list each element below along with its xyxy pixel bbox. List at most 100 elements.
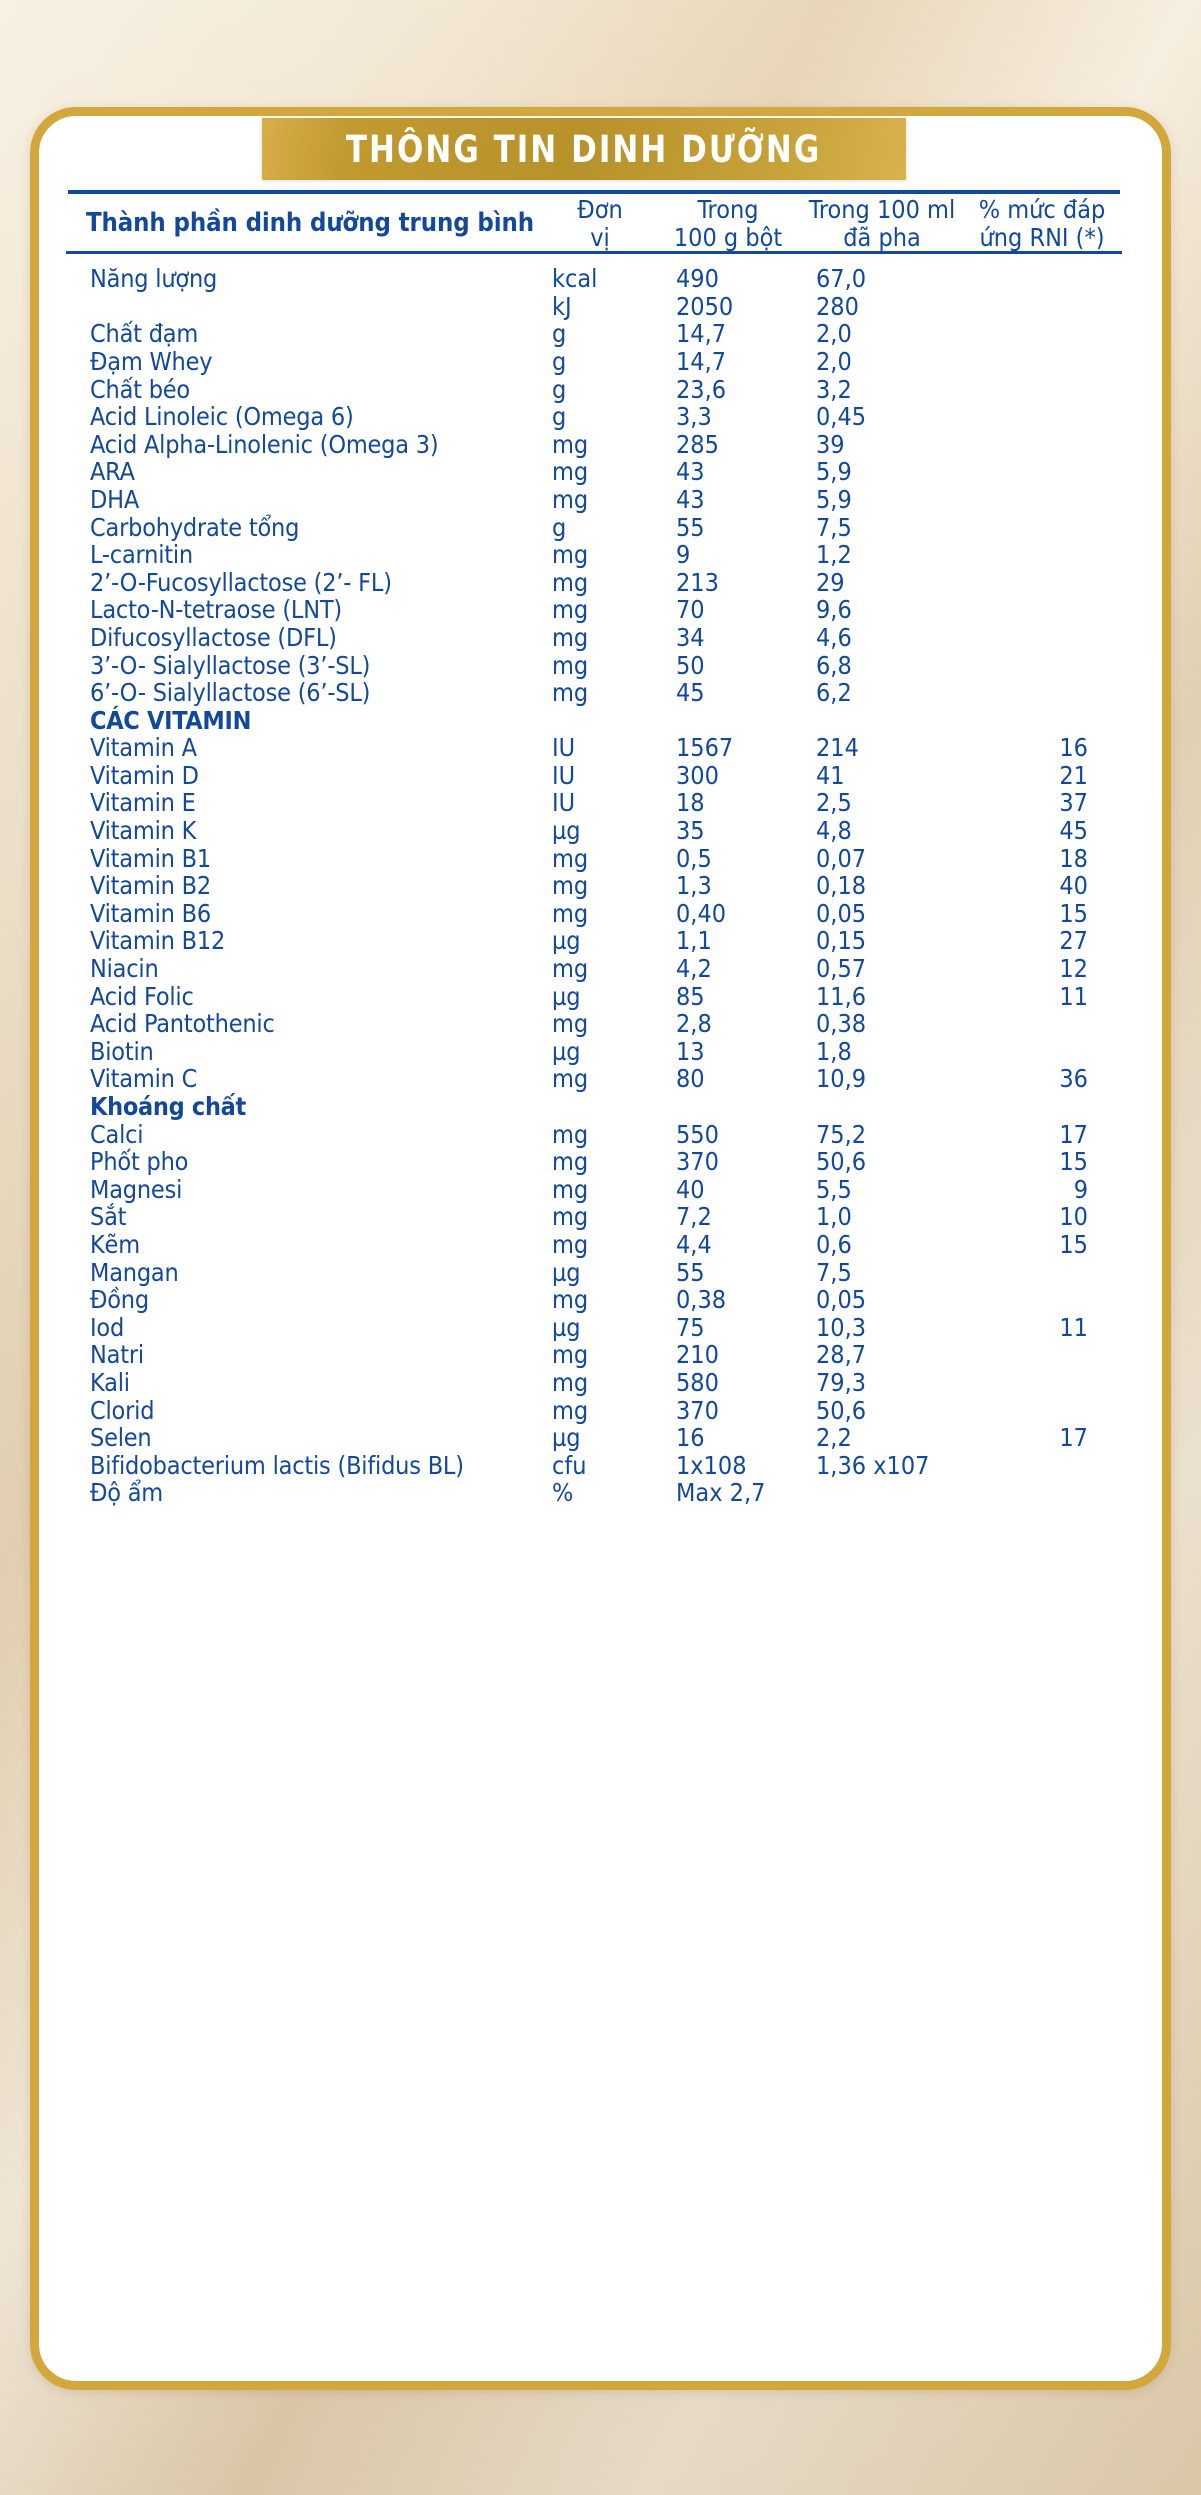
cell-per-100ml: 2,2 bbox=[816, 1423, 852, 1453]
cell-per-100ml: 6,2 bbox=[816, 678, 852, 708]
cell-per-100g: 13 bbox=[676, 1036, 705, 1066]
cell-per-100ml bbox=[802, 1093, 962, 1121]
cell-rni bbox=[962, 1397, 1122, 1425]
table-top-rule bbox=[68, 190, 1120, 194]
cell-per-100ml: 0,07 bbox=[816, 843, 867, 873]
cell-per-100g: 18 bbox=[676, 788, 705, 818]
cell-rni bbox=[962, 376, 1122, 404]
cell-unit: mg bbox=[552, 429, 589, 459]
table-section-row: CÁC VITAMIN bbox=[66, 707, 1122, 735]
cell-per-100ml: 5,9 bbox=[816, 457, 852, 487]
cell-nutrient-name: Đạm Whey bbox=[90, 346, 213, 376]
cell-nutrient-name: Chất béo bbox=[90, 374, 190, 404]
column-header-unit-line2: vị bbox=[590, 222, 610, 252]
cell-nutrient-name: Calci bbox=[90, 1119, 144, 1149]
cell-per-100g: 1,1 bbox=[676, 926, 712, 956]
cell-per-100ml: 1,0 bbox=[816, 1202, 852, 1232]
cell-per-100ml: 0,45 bbox=[816, 402, 867, 432]
cell-per-100ml: 9,6 bbox=[816, 595, 852, 625]
cell-rni: 15 bbox=[1059, 1229, 1088, 1259]
cell-per-100ml: 5,9 bbox=[816, 484, 852, 514]
cell-nutrient-name: Iod bbox=[90, 1312, 125, 1342]
table-row: Vitamin A IU 1567 214 16 bbox=[66, 734, 1122, 762]
column-header-name: Thành phần dinh dưỡng trung bình bbox=[86, 208, 534, 239]
cell-nutrient-name: Mangan bbox=[90, 1257, 179, 1287]
cell-unit: g bbox=[552, 319, 567, 349]
cell-rni bbox=[962, 679, 1122, 707]
table-row: Độ ẩm% Max 2,7 bbox=[66, 1479, 1122, 1507]
cell-nutrient-name: Vitamin E bbox=[90, 788, 196, 818]
cell-per-100g: 43 bbox=[676, 457, 705, 487]
table-row: 6’-O- Sialyllactose (6’-SL) mg 45 6,2 bbox=[66, 679, 1122, 707]
table-row: L-carnitin mg 9 1,2 bbox=[66, 541, 1122, 569]
cell-unit bbox=[546, 707, 654, 735]
cell-per-100ml: 10,9 bbox=[816, 1064, 867, 1094]
table-row: Bifidobacterium lactis (Bifidus BL) cfu 1x… bbox=[66, 1452, 1122, 1480]
cell-unit: mg bbox=[552, 1202, 589, 1232]
cell-per-100ml: 41 bbox=[816, 760, 845, 790]
cell-unit: mg bbox=[552, 1285, 589, 1315]
table-row: ARA mg 43 5,9 bbox=[66, 458, 1122, 486]
cell-rni bbox=[962, 458, 1122, 486]
cell-nutrient-name: Acid Alpha-Linolenic (Omega 3) bbox=[90, 429, 439, 459]
cell-per-100g: 9 bbox=[676, 540, 691, 570]
table-row: Vitamin B12 µg 1,1 0,15 27 bbox=[66, 927, 1122, 955]
cell-per-100g: 55 bbox=[676, 512, 705, 542]
cell-unit: mg bbox=[552, 871, 589, 901]
cell-rni: 11 bbox=[1059, 981, 1088, 1011]
table-row: Magnesi mg 40 5,5 9 bbox=[66, 1176, 1122, 1204]
cell-unit: µg bbox=[552, 1312, 581, 1342]
cell-unit: mg bbox=[552, 1229, 589, 1259]
cell-unit: IU bbox=[552, 788, 576, 818]
cell-unit: mg bbox=[552, 1395, 589, 1425]
cell-nutrient-name: Carbohydrate tổng bbox=[90, 512, 300, 542]
cell-nutrient-name: Niacin bbox=[90, 954, 159, 984]
cell-per-100g: 210 bbox=[676, 1340, 719, 1370]
cell-per-100g: 4,2 bbox=[676, 954, 712, 984]
cell-unit: g bbox=[552, 512, 567, 542]
cell-unit: mg bbox=[552, 540, 589, 570]
table-row: kJ 2050 280 bbox=[66, 293, 1122, 321]
cell-nutrient-name: L-carnitin bbox=[90, 540, 193, 570]
cell-per-100ml: 67,0 bbox=[816, 264, 867, 294]
cell-rni bbox=[962, 293, 1122, 321]
table-row: Vitamin E IU 18 2,5 37 bbox=[66, 789, 1122, 817]
table-row: Calci mg 550 75,2 17 bbox=[66, 1119, 1122, 1149]
column-header-per-100g-line1: Trong bbox=[697, 195, 759, 224]
banner-title: THÔNG TIN DINH DƯỠNG bbox=[346, 127, 822, 171]
table-row: Niacin mg 4,2 0,57 12 bbox=[66, 955, 1122, 983]
cell-rni bbox=[962, 541, 1122, 569]
table-row: Kẽm mg 4,4 0,6 15 bbox=[66, 1231, 1122, 1259]
cell-per-100g: 285 bbox=[676, 429, 719, 459]
cell-rni bbox=[962, 1259, 1122, 1287]
cell-unit: % bbox=[552, 1478, 574, 1508]
cell-unit: mg bbox=[552, 567, 589, 597]
cell-per-100ml: 79,3 bbox=[816, 1367, 867, 1397]
cell-rni: 15 bbox=[1059, 1147, 1088, 1177]
cell-per-100ml: 11,6 bbox=[816, 981, 867, 1011]
cell-nutrient-name: Vitamin A bbox=[90, 733, 197, 763]
nutrition-table: Thành phần dinh dưỡng trung bình Đơn vị … bbox=[66, 196, 1122, 1507]
table-section-row: Khoáng chất bbox=[66, 1093, 1122, 1121]
cell-per-100g: 7,2 bbox=[676, 1202, 712, 1232]
cell-per-100g: 300 bbox=[676, 760, 719, 790]
table-row: Mangan µg 55 7,5 bbox=[66, 1257, 1122, 1287]
cell-per-100g: Max 2,7 bbox=[676, 1478, 766, 1508]
cell-per-100g: 35 bbox=[676, 816, 705, 846]
table-row: Carbohydrate tổng g 55 7,5 bbox=[66, 512, 1122, 542]
cell-per-100g: 40 bbox=[676, 1174, 705, 1204]
cell-per-100ml: 4,6 bbox=[816, 622, 852, 652]
table-row: Vitamin C mg 80 10,9 36 bbox=[66, 1065, 1122, 1093]
cell-per-100ml: 1,8 bbox=[816, 1036, 852, 1066]
table-row: Chất béo g 23,6 3,2 bbox=[66, 374, 1122, 404]
cell-per-100g: 80 bbox=[676, 1064, 705, 1094]
cell-per-100ml: 0,18 bbox=[816, 871, 867, 901]
cell-per-100g: 4,4 bbox=[676, 1229, 712, 1259]
cell-unit: kcal bbox=[552, 264, 598, 294]
cell-unit: IU bbox=[552, 760, 576, 790]
cell-per-100g: 370 bbox=[676, 1147, 719, 1177]
cell-nutrient-name: Clorid bbox=[90, 1395, 155, 1425]
table-row: Lacto-N-tetraose (LNT) mg 70 9,6 bbox=[66, 596, 1122, 624]
cell-per-100g: 70 bbox=[676, 595, 705, 625]
cell-unit: cfu bbox=[552, 1450, 587, 1480]
